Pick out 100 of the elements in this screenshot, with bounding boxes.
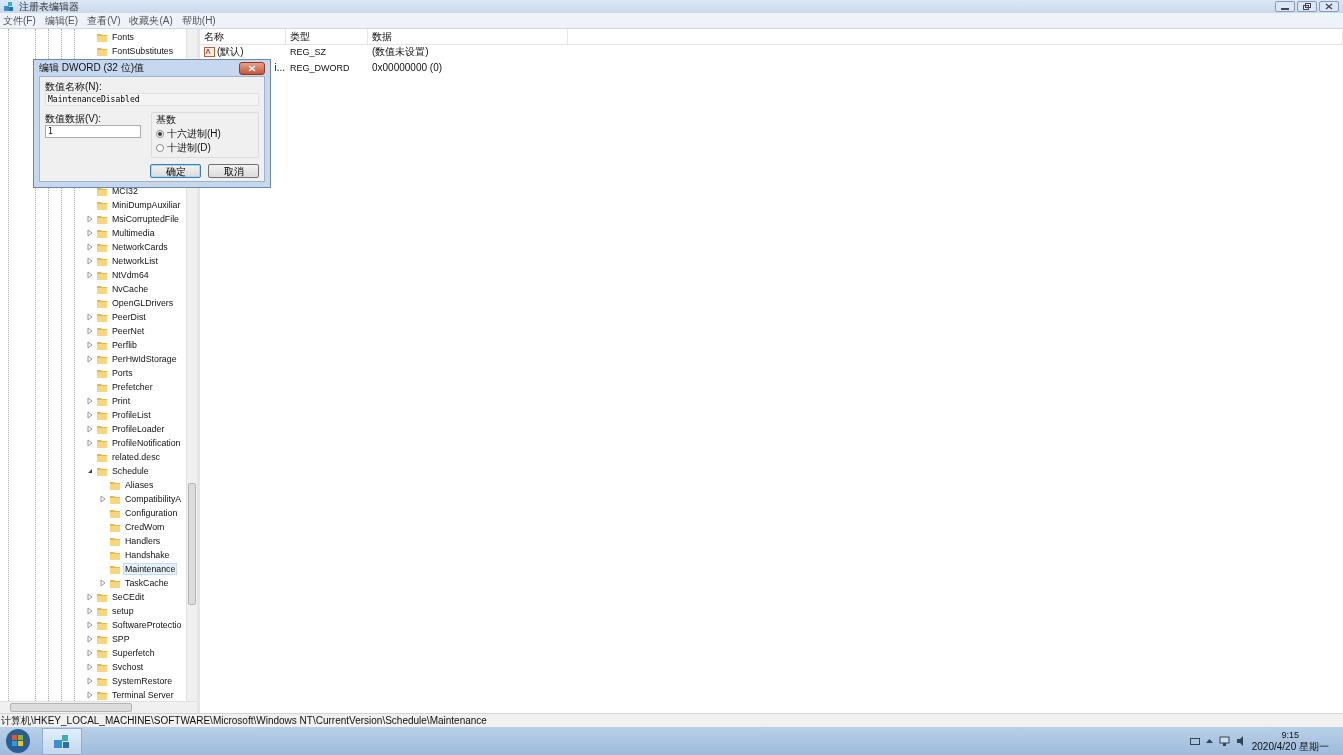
expand-arrow-icon[interactable] — [86, 215, 94, 223]
menu-item[interactable]: 收藏夹(A) — [129, 13, 173, 28]
expand-arrow-icon[interactable] — [86, 635, 94, 643]
folder-icon — [96, 297, 108, 309]
expand-arrow-icon[interactable] — [86, 397, 94, 405]
expand-arrow-icon[interactable] — [86, 425, 94, 433]
tree-item[interactable]: Prefetcher — [111, 382, 154, 392]
cancel-button[interactable]: 取消 — [208, 164, 259, 178]
tree-item[interactable]: CredWom — [124, 522, 166, 532]
value-data-field[interactable]: 1 — [45, 125, 141, 138]
expand-arrow-icon[interactable] — [86, 271, 94, 279]
expand-arrow-icon[interactable] — [86, 243, 94, 251]
tree-item[interactable]: CompatibilityA — [124, 494, 183, 504]
tree-item[interactable]: ProfileLoader — [111, 424, 166, 434]
tree-item[interactable]: NetworkCards — [111, 242, 169, 252]
menu-item[interactable]: 文件(F) — [3, 13, 36, 28]
folder-icon — [109, 521, 121, 533]
tree-item[interactable]: NetworkList — [111, 256, 159, 266]
tree-item[interactable]: FontSubstitutes — [111, 46, 175, 56]
expand-arrow-icon[interactable] — [86, 327, 94, 335]
tree-item[interactable]: MiniDumpAuxiliar — [111, 200, 182, 210]
ok-button[interactable]: 确定 — [150, 164, 201, 178]
expand-arrow-icon[interactable] — [86, 341, 94, 349]
tree-item[interactable]: PeerDist — [111, 312, 147, 322]
expand-arrow-icon[interactable] — [86, 439, 94, 447]
tree-item[interactable]: MCI32 — [111, 186, 139, 196]
tree-item[interactable]: Handlers — [124, 536, 162, 546]
tree-item[interactable]: SystemRestore — [111, 676, 174, 686]
column-header[interactable]: 数据 — [368, 29, 568, 44]
close-button[interactable] — [1319, 1, 1339, 12]
value-name[interactable]: (默认) — [217, 45, 244, 59]
minimize-button[interactable] — [1275, 1, 1295, 12]
tree-item[interactable]: Fonts — [111, 32, 135, 42]
radio-button[interactable] — [156, 129, 164, 138]
network-icon[interactable] — [1218, 736, 1230, 746]
horizontal-scrollbar[interactable] — [0, 701, 197, 713]
tree-item[interactable]: Schedule — [111, 466, 150, 476]
tree-item[interactable]: SeCEdit — [111, 592, 146, 602]
menu-item[interactable]: 查看(V) — [87, 13, 121, 28]
speaker-icon[interactable] — [1235, 736, 1246, 746]
expand-arrow-icon[interactable] — [86, 607, 94, 615]
tree-item[interactable]: Terminal Server — [111, 690, 175, 700]
tree-item[interactable]: PerHwIdStorage — [111, 354, 178, 364]
folder-icon — [96, 339, 108, 351]
value-name-field[interactable]: MaintenanceDisabled — [45, 93, 259, 106]
menu-item[interactable]: 编辑(E) — [44, 13, 79, 28]
tree-item[interactable]: Maintenance — [124, 564, 177, 574]
tree-item[interactable]: Handshake — [124, 550, 171, 560]
tree-item[interactable]: NvCache — [111, 284, 150, 294]
column-header[interactable]: 名称 — [200, 29, 286, 44]
restore-button[interactable] — [1297, 1, 1317, 12]
tree-item[interactable]: Print — [111, 396, 132, 406]
expand-arrow-icon[interactable] — [99, 495, 107, 503]
folder-icon — [96, 283, 108, 295]
tree-item[interactable]: NtVdm64 — [111, 270, 150, 280]
tree-item[interactable]: Perflib — [111, 340, 138, 350]
tree-item[interactable]: ProfileNotification — [111, 438, 182, 448]
tree-item[interactable]: TaskCache — [124, 578, 170, 588]
tree-item[interactable]: Aliases — [124, 480, 155, 490]
taskbar-app-button[interactable] — [42, 727, 82, 755]
column-header[interactable]: 类型 — [286, 29, 368, 44]
expand-arrow-icon[interactable] — [99, 579, 107, 587]
menu-item[interactable]: 帮助(H) — [181, 13, 216, 28]
expand-arrow-icon[interactable] — [86, 691, 94, 699]
close-button[interactable] — [239, 61, 265, 75]
folder-icon — [96, 395, 108, 407]
tree-item[interactable]: PeerNet — [111, 326, 146, 336]
tree-item[interactable]: OpenGLDrivers — [111, 298, 175, 308]
expand-arrow-icon[interactable] — [86, 411, 94, 419]
radio-label[interactable]: 十进制(D) — [167, 140, 211, 155]
tree-item[interactable]: Ports — [111, 368, 134, 378]
tree-item[interactable]: SPP — [111, 634, 131, 644]
up-arrow-icon[interactable] — [1205, 738, 1213, 744]
value-name[interactable]: i... — [274, 62, 285, 73]
expand-arrow-icon[interactable] — [86, 677, 94, 685]
start-orb-icon[interactable] — [5, 728, 31, 754]
tree-item[interactable]: SoftwareProtectio — [111, 620, 183, 630]
expand-arrow-icon[interactable] — [86, 229, 94, 237]
tree-item[interactable]: Superfetch — [111, 648, 156, 658]
radio-button[interactable] — [156, 143, 164, 152]
tree-item[interactable]: Multimedia — [111, 228, 156, 238]
keyboard-icon[interactable] — [1189, 737, 1200, 745]
expand-arrow-icon[interactable] — [86, 257, 94, 265]
collapse-arrow-icon[interactable] — [86, 467, 94, 475]
tree-item[interactable]: Configuration — [124, 508, 179, 518]
radio-label[interactable]: 十六进制(H) — [167, 126, 221, 141]
folder-icon — [96, 353, 108, 365]
expand-arrow-icon[interactable] — [86, 593, 94, 601]
tree-item[interactable]: related.desc — [111, 452, 161, 462]
expand-arrow-icon[interactable] — [86, 663, 94, 671]
tree-item[interactable]: ProfileList — [111, 410, 152, 420]
expand-arrow-icon[interactable] — [86, 621, 94, 629]
tree-item[interactable]: setup — [111, 606, 135, 616]
expand-arrow-icon[interactable] — [86, 355, 94, 363]
tree-item[interactable]: Svchost — [111, 662, 145, 672]
tree-item[interactable]: MsiCorruptedFile — [111, 214, 180, 224]
expand-arrow-icon[interactable] — [86, 649, 94, 657]
folder-icon — [96, 661, 108, 673]
window-title: 注册表编辑器 — [19, 0, 79, 14]
expand-arrow-icon[interactable] — [86, 313, 94, 321]
